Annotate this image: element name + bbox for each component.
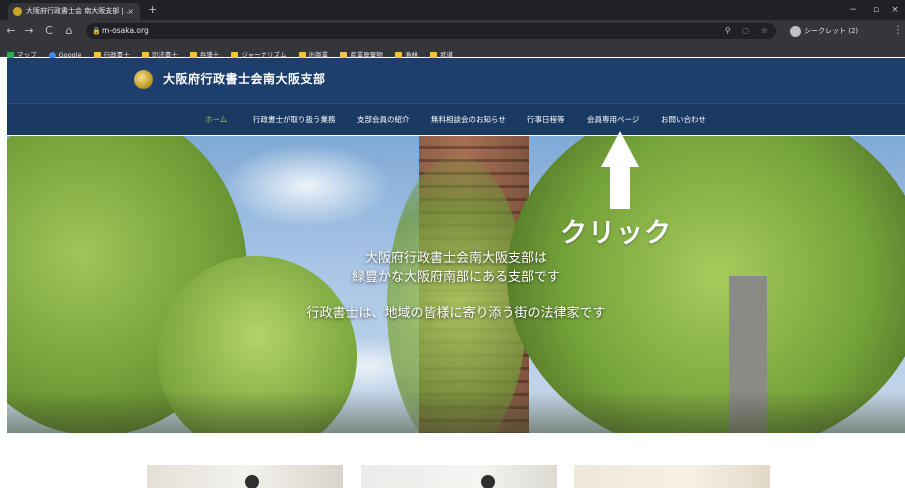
window-close-button[interactable]: × [884, 0, 905, 20]
nav-home[interactable]: ホーム [205, 104, 227, 136]
browser-menu-icon[interactable]: ⋮ [893, 23, 903, 39]
nav-free-consultation[interactable]: 無料相談会のお知らせ [431, 104, 506, 136]
bookmark-star-icon[interactable]: ☆ [761, 26, 768, 35]
bookmarks-bar: マップ Google 行政書士 司法書士 弁護士 ジャーナリズム 出版業 産業廃… [0, 42, 905, 59]
browser-tab[interactable]: 大阪府行政書士会 南大阪支部 | ... × [8, 3, 140, 20]
click-annotation-label: クリック [560, 218, 672, 249]
hero-line-1: 大阪府行政書士会南大阪支部は [364, 251, 547, 266]
incognito-icon [790, 25, 801, 37]
eye-off-icon[interactable]: ◌ [742, 26, 749, 35]
url-text: m-osaka.org [102, 26, 149, 35]
hero-line-3: 行政書士は、地域の皆様に寄り添う街の法律家です [306, 306, 606, 321]
zoom-icon[interactable]: ⚲ [725, 26, 731, 35]
feature-card-image[interactable] [147, 465, 343, 488]
url-input[interactable]: 🔒 m-osaka.org ⚲ ◌ ☆ [86, 23, 776, 39]
nav-events[interactable]: 行事日程等 [527, 104, 565, 136]
lock-icon: 🔒 [92, 27, 101, 35]
site-favicon-icon [13, 7, 22, 16]
incognito-label: シークレット (2) [804, 27, 859, 35]
hero-line-2: 緑豊かな大阪府南部にある支部です [351, 270, 560, 285]
site-header: 大阪府行政書士会南大阪支部 [7, 58, 905, 103]
site-nav: ホーム 行政書士が取り扱う業務 支部会員の紹介 無料相談会のお知らせ 行事日程等… [7, 103, 905, 135]
tab-title: 大阪府行政書士会 南大阪支部 | ... [26, 7, 133, 15]
nav-members[interactable]: 支部会員の紹介 [357, 104, 410, 136]
reload-button[interactable]: C [42, 23, 56, 39]
back-button[interactable]: ← [4, 23, 18, 39]
forward-button[interactable]: → [22, 23, 36, 39]
address-bar-row: ← → C ⌂ 🔒 m-osaka.org ⚲ ◌ ☆ シークレット (2) ⋮ [0, 20, 905, 42]
arrow-shaft [610, 166, 630, 209]
browser-tab-bar: 大阪府行政書士会 南大阪支部 | ... × + − ▫ × [0, 0, 905, 20]
arrow-up-icon [601, 131, 639, 167]
association-logo-icon[interactable] [134, 70, 153, 89]
site-title[interactable]: 大阪府行政書士会南大阪支部 [163, 70, 326, 88]
nav-contact[interactable]: お問い合わせ [661, 104, 706, 136]
minimize-button[interactable]: − [842, 0, 864, 20]
feature-card-image[interactable] [574, 465, 770, 488]
feature-card-image[interactable] [361, 465, 557, 488]
new-tab-button[interactable]: + [148, 2, 157, 18]
home-button[interactable]: ⌂ [62, 23, 76, 39]
web-page: 大阪府行政書士会南大阪支部 ホーム 行政書士が取り扱う業務 支部会員の紹介 無料… [7, 58, 905, 488]
hero-image: 大阪府行政書士会南大阪支部は 緑豊かな大阪府南部にある支部です 行政書士は、地域… [7, 136, 905, 433]
incognito-indicator[interactable]: シークレット (2) [790, 23, 858, 39]
tab-close-icon[interactable]: × [127, 3, 134, 20]
nav-services[interactable]: 行政書士が取り扱う業務 [253, 104, 336, 136]
